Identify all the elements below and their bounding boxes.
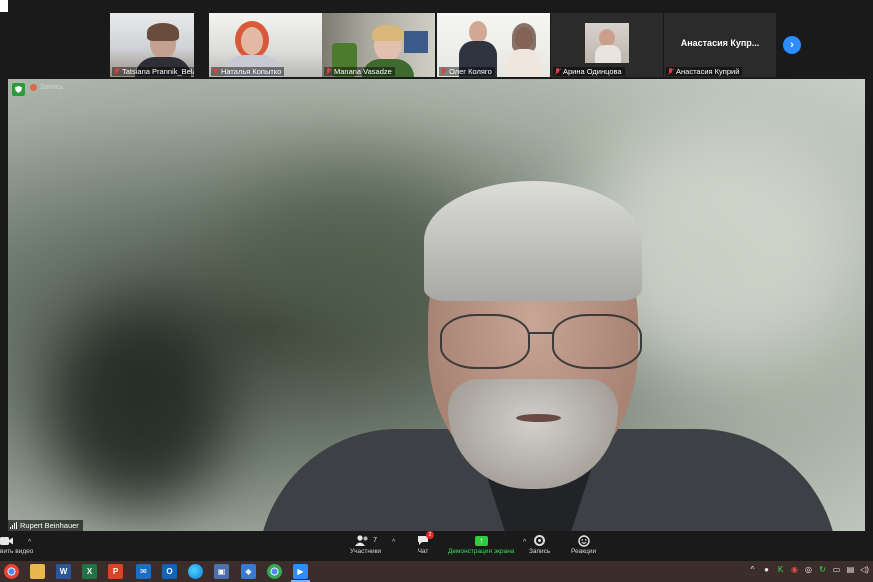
windows-taskbar: W X P ✉ O ▣ ◆ ▶ ^ ● K ◉ ◎ ↻ ▭ ▤ ◁) — [0, 561, 873, 582]
kaspersky-icon[interactable]: K — [776, 565, 785, 575]
record-button[interactable]: Запись — [529, 533, 550, 555]
security-shield-icon[interactable] — [12, 83, 25, 96]
video-camera-icon — [0, 533, 13, 548]
speaker-glasses — [440, 314, 650, 374]
mic-muted-icon — [440, 68, 447, 75]
chrome-icon[interactable] — [267, 564, 282, 579]
participant-name: Manana Vasadze — [324, 67, 395, 76]
participant-tile[interactable]: Арина Одинцова — [551, 13, 663, 77]
share-screen-icon: ↑ — [474, 533, 488, 548]
glasses-lens — [552, 314, 642, 369]
system-tray: ^ ● K ◉ ◎ ↻ ▭ ▤ ◁) — [748, 565, 869, 575]
share-screen-label: Демонстрация экрана — [448, 548, 515, 555]
sync-icon[interactable]: ↻ — [818, 565, 827, 575]
zoom-icon[interactable]: ▶ — [291, 564, 310, 582]
mail-icon[interactable]: ✉ — [136, 564, 151, 579]
glasses-bridge — [528, 332, 554, 334]
chevron-right-icon[interactable]: › — [783, 36, 801, 54]
powerpoint-icon[interactable]: P — [108, 564, 123, 579]
reactions-label: Реакции — [571, 548, 597, 555]
chat-label: Чат — [417, 548, 429, 555]
participant-tile[interactable]: Наталья Копытко — [209, 13, 322, 77]
participants-count: 7 — [373, 537, 377, 544]
mic-muted-icon — [667, 68, 674, 75]
remote-tool-icon[interactable]: ◆ — [241, 564, 256, 579]
glasses-lens — [440, 314, 530, 369]
mic-muted-icon — [554, 68, 561, 75]
chevron-up-icon[interactable]: ^ — [748, 565, 757, 575]
chat-icon: 2 — [417, 531, 434, 548]
recording-label: Запись — [40, 84, 63, 91]
chevron-up-icon[interactable]: ^ — [523, 539, 526, 546]
chevron-up-icon[interactable]: ^ — [28, 539, 31, 546]
participants-label: Участники — [350, 548, 382, 555]
chrome-icon[interactable] — [4, 564, 19, 579]
antivirus-icon[interactable]: ◉ — [790, 565, 799, 575]
volume-icon[interactable]: ◁) — [860, 565, 869, 575]
participant-name: Наталья Копытко — [211, 67, 285, 76]
active-speaker-video: Запись Rupert Beinhauer — [8, 79, 865, 531]
record-icon — [534, 533, 546, 548]
participant-name: Олег Колягo — [439, 67, 495, 76]
file-explorer-icon[interactable] — [30, 564, 45, 579]
speaker-hair — [424, 181, 642, 301]
participant-name: Арина Одинцова — [553, 67, 625, 76]
speaker-figure — [248, 179, 848, 531]
participant-tile[interactable]: Manana Vasadze — [322, 13, 435, 77]
participant-tile[interactable]: Tatsiana Prannik_BelAPA — [110, 13, 194, 77]
share-screen-button[interactable]: ↑ Демонстрация экрана — [448, 533, 514, 555]
participant-tile[interactable]: Анастасия Купр... Анастасия Куприй — [664, 13, 776, 77]
signal-bars-icon — [10, 522, 17, 529]
record-label: Запись — [529, 548, 551, 555]
monitor-icon[interactable]: ▭ — [832, 565, 841, 575]
participant-name: Анастасия Куприй — [666, 67, 743, 76]
participants-icon: 7 — [354, 533, 377, 548]
participant-tile[interactable]: Олег Колягo — [437, 13, 550, 77]
participants-button[interactable]: 7 Участники — [350, 533, 381, 555]
chat-unread-badge: 2 — [426, 531, 434, 539]
speaker-name-label: Rupert Beinhauer — [8, 520, 83, 531]
recording-indicator[interactable]: Запись — [30, 84, 63, 91]
participant-name: Tatsiana Prannik_BelAPA — [112, 67, 194, 76]
screen-tool-icon[interactable]: ▣ — [214, 564, 229, 579]
record-dot-icon — [30, 84, 37, 91]
gallery-strip: Tatsiana Prannik_BelAPA Наталья Копытко … — [0, 0, 873, 80]
zoom-window: Tatsiana Prannik_BelAPA Наталья Копытко … — [0, 0, 873, 582]
chat-button[interactable]: 2 Чат — [417, 531, 434, 555]
excel-icon[interactable]: X — [82, 564, 97, 579]
window-edge — [0, 0, 8, 12]
background-blur — [48, 309, 228, 509]
speaker-mouth — [516, 414, 561, 422]
word-icon[interactable]: W — [56, 564, 71, 579]
mic-muted-icon — [113, 68, 120, 75]
network-icon[interactable]: ◎ — [804, 565, 813, 575]
meeting-controls: вить видео ^ 7 Участники ^ 2 Чат ↑ Демон… — [0, 531, 873, 561]
edge-icon[interactable] — [188, 564, 203, 579]
reactions-icon — [577, 533, 590, 548]
printer-icon[interactable]: ▤ — [846, 565, 855, 575]
mic-muted-icon — [325, 68, 332, 75]
participant-display-name: Анастасия Купр... — [680, 38, 760, 48]
reactions-button[interactable]: Реакции — [571, 533, 596, 555]
chevron-up-icon[interactable]: ^ — [392, 539, 395, 546]
outlook-icon[interactable]: O — [162, 564, 177, 579]
speaker-name: Rupert Beinhauer — [20, 521, 79, 530]
microphone-icon[interactable]: ● — [762, 565, 771, 575]
mic-muted-icon — [212, 68, 219, 75]
start-video-label: вить видео — [0, 548, 34, 555]
